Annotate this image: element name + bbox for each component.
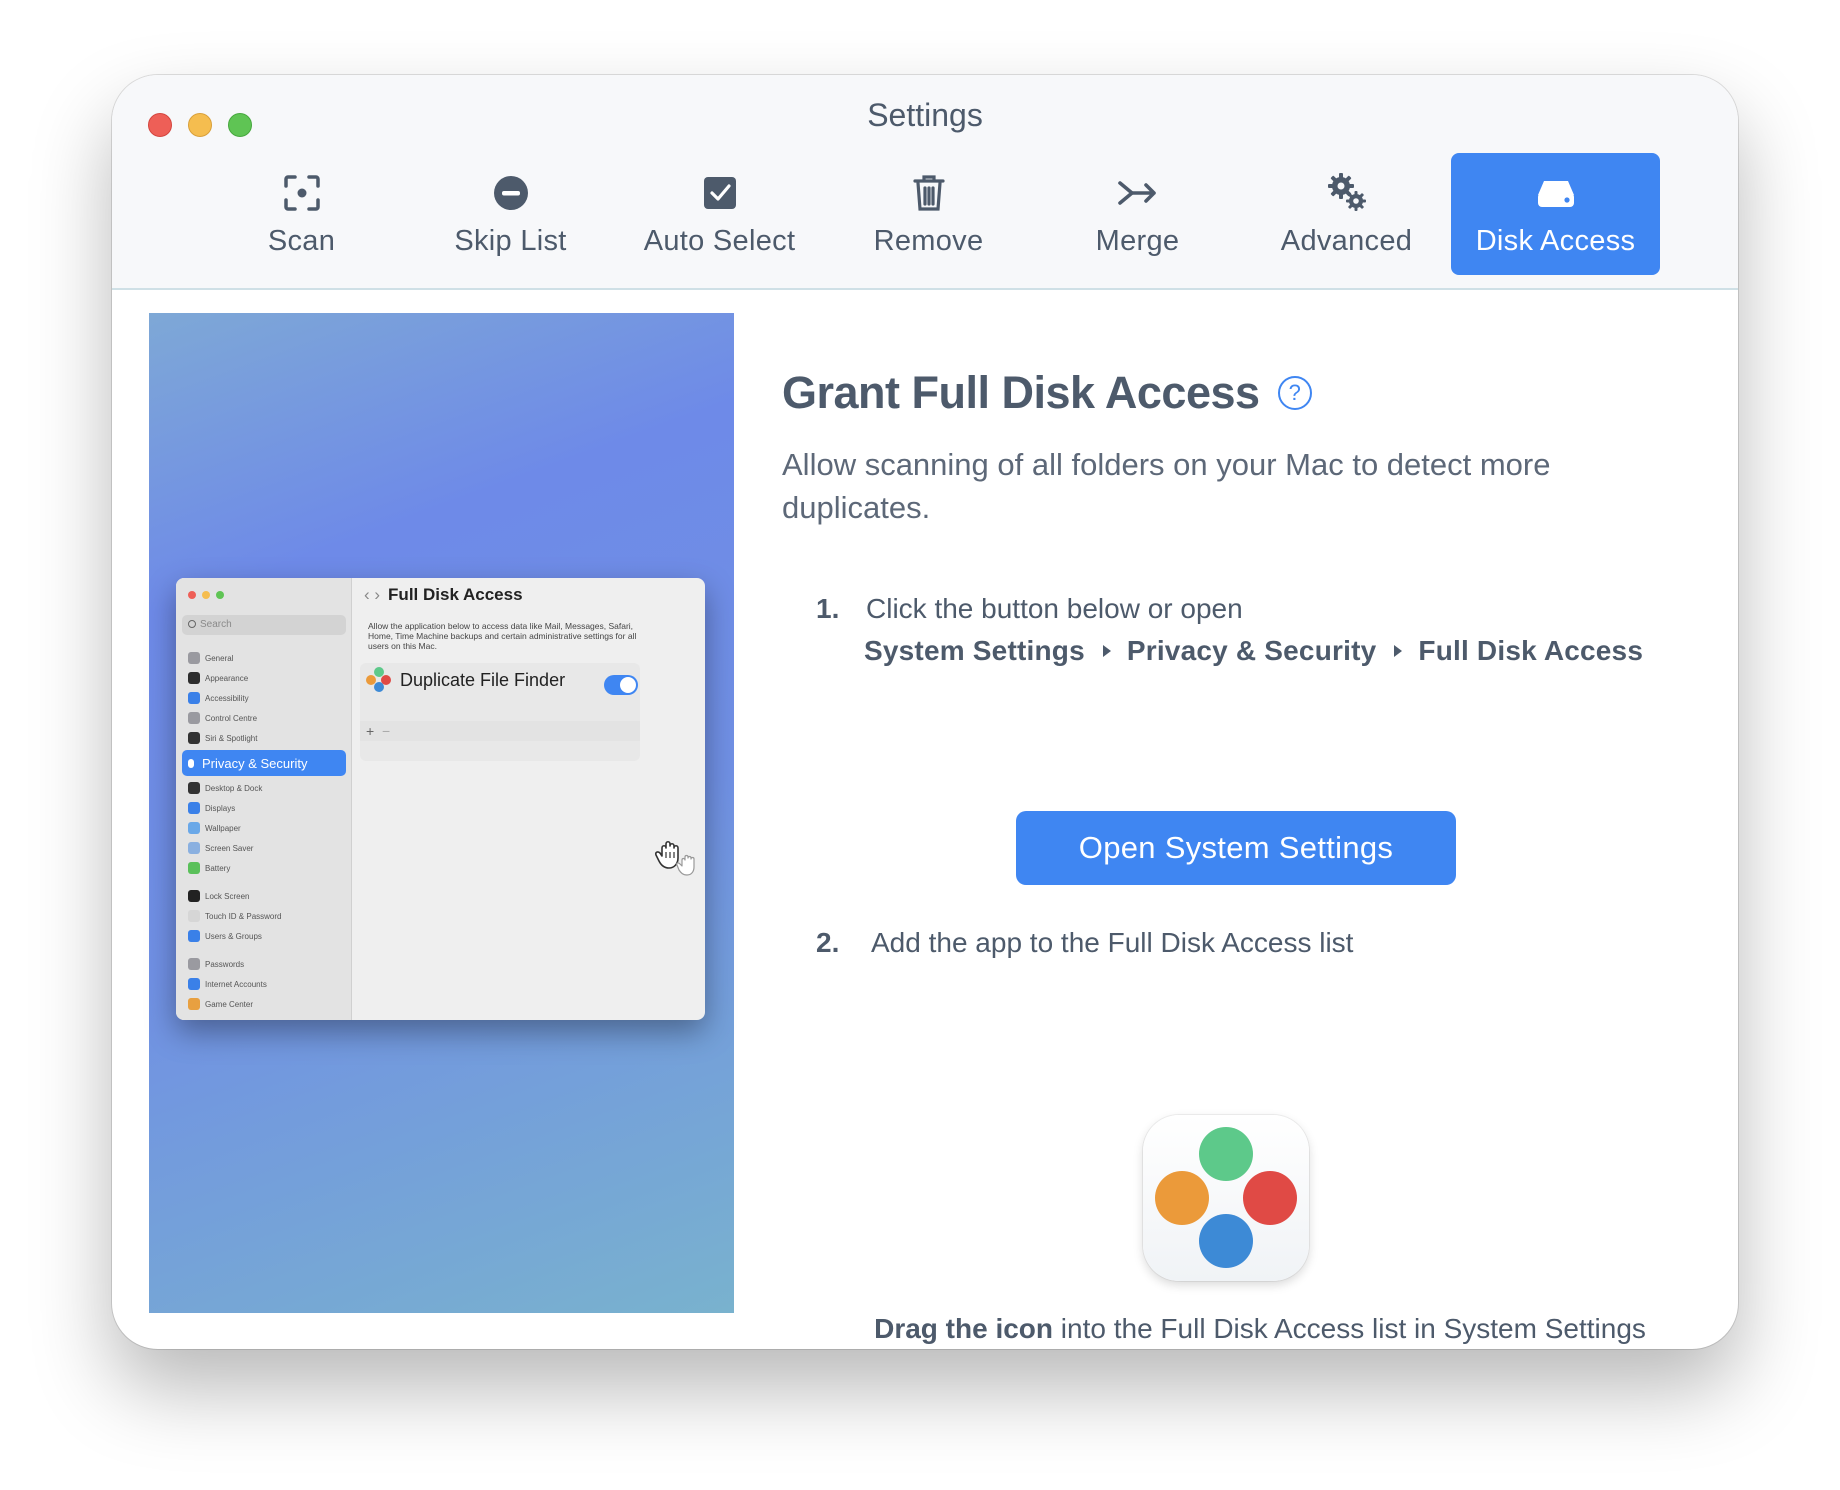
merge-arrow-icon <box>1117 181 1156 205</box>
path-segment: Privacy & Security <box>1126 635 1377 666</box>
mini-sidebar-item: Game Center <box>182 994 346 1014</box>
mini-sidebar-item: Touch ID & Password <box>182 906 346 926</box>
tab-remove[interactable]: Remove <box>824 153 1033 275</box>
tab-label: Advanced <box>1280 225 1413 257</box>
mini-sidebar-item: Accessibility <box>182 688 346 708</box>
path-arrow-icon <box>1102 645 1111 657</box>
tab-advanced[interactable]: Advanced <box>1242 153 1451 275</box>
mini-sidebar-item: Displays <box>182 798 346 818</box>
mini-sidebar-item: Control Centre <box>182 708 346 728</box>
mini-sidebar-item: Users & Groups <box>182 926 346 946</box>
mini-sidebar: Search General Appearance Accessibility … <box>176 578 352 1020</box>
step-text: Click the button below or open <box>866 593 1243 624</box>
mini-access-toggle <box>604 675 638 695</box>
mini-sidebar-item: Passwords <box>182 954 346 974</box>
tab-label: Disk Access <box>1475 225 1636 257</box>
scan-icon <box>283 175 320 211</box>
instruction-illustration: Search General Appearance Accessibility … <box>149 313 734 1313</box>
checkbox-icon <box>703 177 736 209</box>
mini-add-remove-bar: + − <box>360 721 640 741</box>
disk-access-panel: Grant Full Disk Access ? Allow scanning … <box>734 313 1738 1349</box>
trash-icon <box>912 175 945 211</box>
tab-label: Auto Select <box>643 225 796 257</box>
tab-merge[interactable]: Merge <box>1033 153 1242 275</box>
mini-search-field: Search <box>182 615 346 635</box>
mini-settings-window: Search General Appearance Accessibility … <box>176 578 705 1020</box>
page-title: Grant Full Disk Access ? <box>782 367 1312 419</box>
settings-window: Settings Scan Skip List Auto Select Remo… <box>112 75 1738 1349</box>
hand-cursor-icon <box>655 840 695 876</box>
mini-sidebar-item: Screen Saver <box>182 838 346 858</box>
mini-sidebar-item: General <box>182 648 346 668</box>
settings-path: System Settings Privacy & Security Full … <box>864 635 1643 667</box>
tab-disk-access[interactable]: Disk Access <box>1451 153 1660 275</box>
step-number: 2. <box>816 927 840 958</box>
help-button[interactable]: ? <box>1277 376 1312 410</box>
tab-auto-select[interactable]: Auto Select <box>615 153 824 275</box>
drag-instruction: Drag the icon into the Full Disk Access … <box>874 1313 1646 1344</box>
disk-icon <box>1537 181 1574 207</box>
tab-label: Skip List <box>454 225 567 257</box>
toolbar: Scan Skip List Auto Select Remove Merge … <box>197 153 1660 275</box>
mini-sidebar-item: Lock Screen <box>182 886 346 906</box>
tab-label: Scan <box>267 225 336 257</box>
mini-sidebar-item: Battery <box>182 858 346 878</box>
mini-sidebar-item-selected: Privacy & Security <box>182 750 346 776</box>
page-subtitle: Allow scanning of all folders on your Ma… <box>782 447 1551 525</box>
mini-sidebar-item: Internet Accounts <box>182 974 346 994</box>
mini-sidebar-item: Desktop & Dock <box>182 778 346 798</box>
mini-sidebar-item: Siri & Spotlight <box>182 728 346 748</box>
mini-app-icon <box>366 667 392 693</box>
tab-scan[interactable]: Scan <box>197 153 406 275</box>
step-1: 1. Click the button below or open <box>816 593 1243 625</box>
step-number: 1. <box>816 593 840 624</box>
step-text: Add the app to the Full Disk Access list <box>871 927 1354 958</box>
tab-label: Remove <box>873 225 984 257</box>
mini-back-forward-icon: ‹ › <box>364 585 381 604</box>
gears-icon <box>1327 173 1366 211</box>
tab-skip-list[interactable]: Skip List <box>406 153 615 275</box>
mini-sidebar-list: General Appearance Accessibility Control… <box>182 648 346 1014</box>
mini-app-list: Duplicate File Finder + − <box>360 663 640 761</box>
tab-label: Merge <box>1095 225 1180 257</box>
draggable-app-icon[interactable] <box>1143 1115 1309 1281</box>
mini-app-row: Duplicate File Finder <box>366 667 565 693</box>
path-segment: Full Disk Access <box>1418 635 1644 666</box>
mini-sidebar-item: Wallpaper <box>182 818 346 838</box>
path-arrow-icon <box>1394 645 1403 657</box>
titlebar: Settings Scan Skip List Auto Select Remo… <box>112 75 1738 290</box>
mini-description: Allow the application below to access da… <box>368 621 637 651</box>
minus-circle-icon <box>493 176 528 210</box>
mini-sidebar-item: Appearance <box>182 668 346 688</box>
mini-pane-title: ‹ › Full Disk Access <box>364 585 523 604</box>
mini-window-controls <box>188 591 224 599</box>
path-segment: System Settings <box>864 635 1085 666</box>
open-system-settings-button[interactable]: Open System Settings <box>1016 811 1456 885</box>
mini-main-pane: ‹ › Full Disk Access Allow the applicatio… <box>352 578 705 1020</box>
step-2: 2. Add the app to the Full Disk Access li… <box>816 927 1353 959</box>
window-title: Settings <box>867 97 983 133</box>
